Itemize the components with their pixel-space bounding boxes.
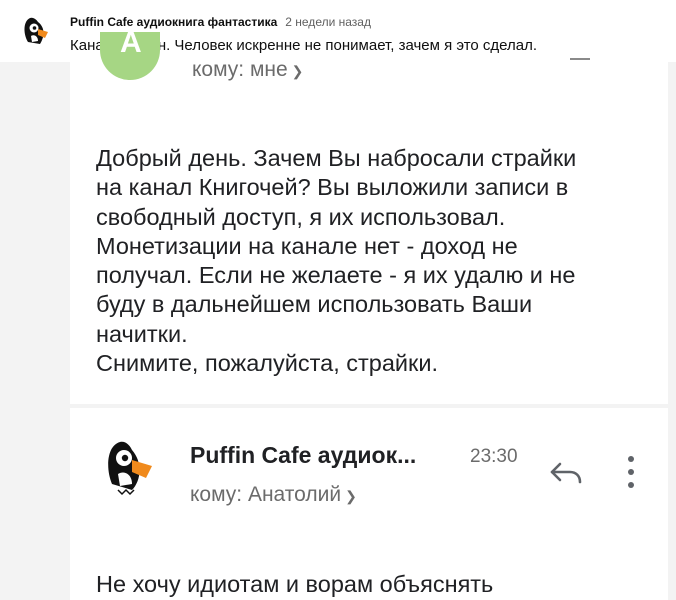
author-name[interactable]: Puffin Cafe аудиокнига фантастика xyxy=(70,15,277,29)
sender-avatar: А xyxy=(100,32,160,80)
sender-avatar xyxy=(108,441,152,496)
sender-name: Puffin Cafe аудиок... xyxy=(190,442,417,468)
recipient-text: кому: Анатолий xyxy=(190,483,342,506)
email-screenshot: А кому: мне ❯ Добрый день. Зачем Вы набро… xyxy=(0,32,676,600)
email-card-1: А кому: мне ❯ Добрый день. Зачем Вы набро… xyxy=(70,32,668,404)
recipient-line[interactable]: кому: мне ❯ xyxy=(192,58,303,82)
chevron-down-icon[interactable]: ❯ xyxy=(292,63,304,79)
comment-author[interactable]: Puffin Cafe аудиокнига фантастика 2 недел… xyxy=(70,15,371,29)
email-card-2: Puffin Cafe аудиок... 23:30 кому: Анатол… xyxy=(70,408,668,600)
divider xyxy=(570,58,590,60)
chevron-down-icon[interactable]: ❯ xyxy=(345,488,357,504)
channel-avatar[interactable] xyxy=(18,14,54,50)
email-time: 23:30 xyxy=(470,446,518,467)
email-body: Добрый день. Зачем Вы набросали страйки … xyxy=(96,145,577,377)
avatar-letter: А xyxy=(120,32,142,59)
recipient-line[interactable]: кому: Анатолий ❯ xyxy=(190,483,357,507)
more-vert-icon[interactable] xyxy=(626,454,636,490)
recipient-text: кому: мне xyxy=(192,58,288,81)
comment-time: 2 недели назад xyxy=(285,15,371,29)
email-body: Не хочу идиотам и ворам объяснять xyxy=(96,571,494,597)
reply-icon[interactable] xyxy=(548,460,584,486)
